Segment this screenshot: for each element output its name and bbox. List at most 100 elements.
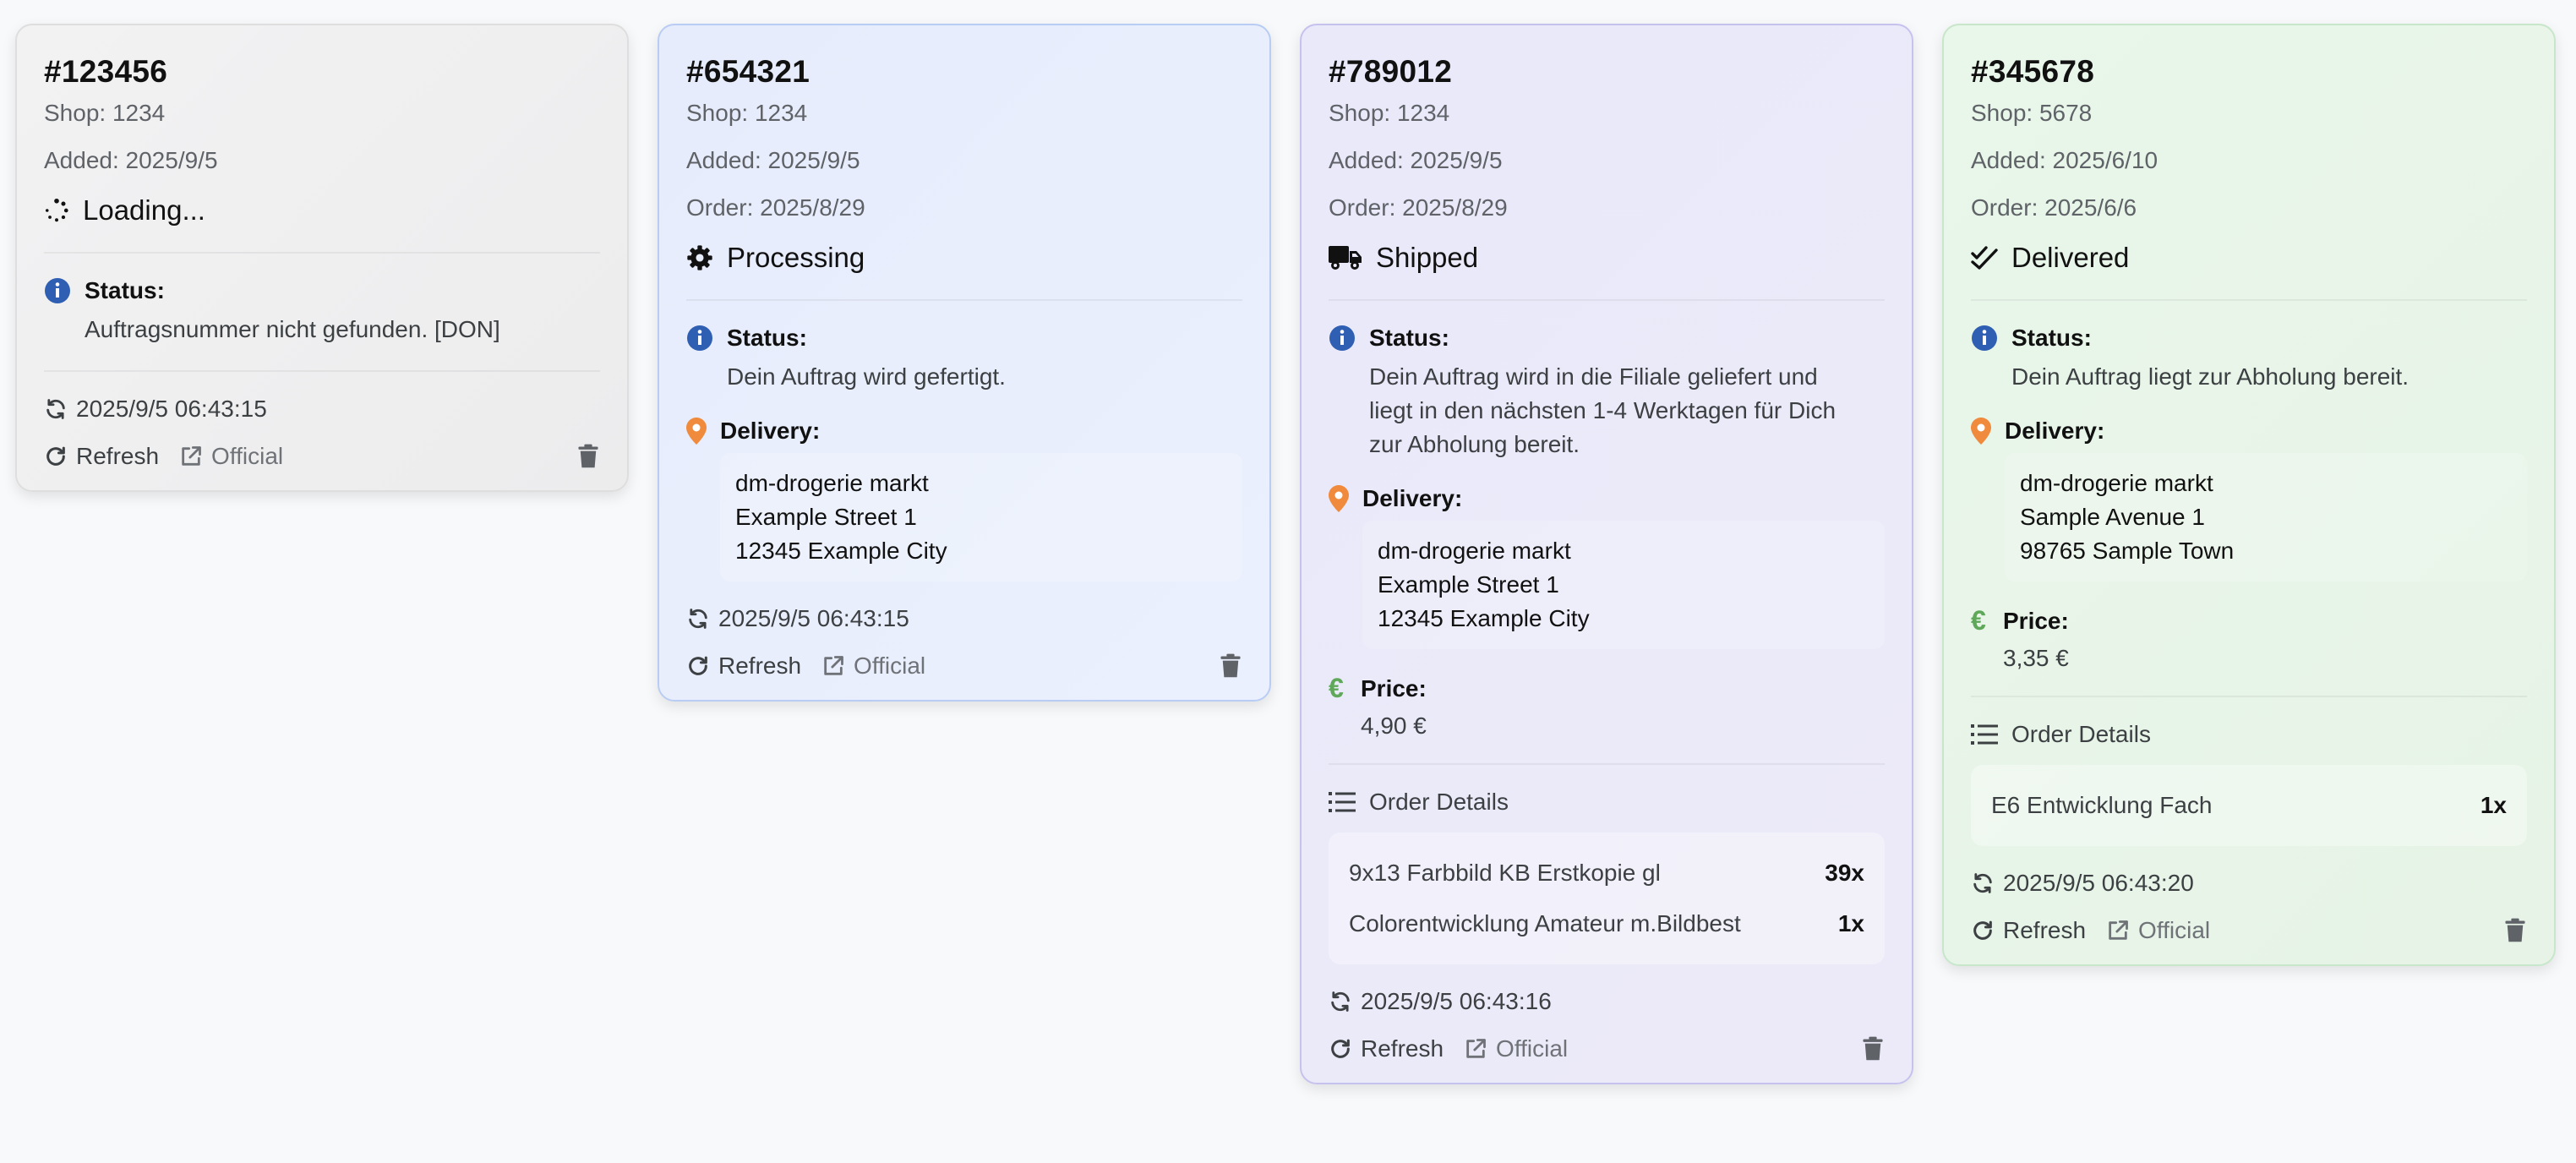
status-text: Dein Auftrag wird gefertigt. xyxy=(727,363,1006,390)
order-card: #123456 Shop: 1234 Added: 2025/9/5 Loadi… xyxy=(15,24,629,492)
trash-icon[interactable] xyxy=(1219,653,1242,679)
delivery-label-row: Delivery: xyxy=(686,418,1242,445)
price-value: 4,90 € xyxy=(1361,713,1427,739)
status-label-row: Status: xyxy=(1971,325,2527,352)
official-label: Official xyxy=(854,652,926,679)
address-line: 12345 Example City xyxy=(1378,605,1590,631)
refresh-button[interactable]: Refresh xyxy=(44,443,159,470)
delivery-label: Delivery: xyxy=(1362,485,1463,511)
status-label: Status: xyxy=(727,325,807,351)
shop-id: Shop: 1234 xyxy=(44,100,166,126)
refresh-label: Refresh xyxy=(76,443,160,469)
sync-icon xyxy=(689,609,707,629)
delivery-label: Delivery: xyxy=(2005,418,2105,444)
card-actions: Refresh Official xyxy=(44,443,600,470)
address-line: 98765 Sample Town xyxy=(2020,538,2235,564)
added-date: Added: 2025/9/5 xyxy=(1329,147,1503,173)
item-name: Colorentwicklung Amateur m.Bildbest xyxy=(1349,910,1741,936)
added-date: Added: 2025/6/10 xyxy=(1971,147,2158,173)
order-card: #654321 Shop: 1234 Added: 2025/9/5 Order… xyxy=(658,24,1271,702)
status-text-line: liegt in den nächsten 1-4 Werktagen für … xyxy=(1369,397,1836,423)
order-details-label: Order Details xyxy=(2011,721,2151,747)
delivery-label-row: Delivery: xyxy=(1329,485,1885,512)
price-label-row: € Price: xyxy=(1971,605,2527,636)
delivery-label-row: Delivery: xyxy=(1971,418,2527,445)
last-updated: 2025/9/5 06:43:15 xyxy=(686,605,1242,632)
refresh-button[interactable]: Refresh xyxy=(1329,1035,1444,1062)
sync-icon xyxy=(1331,991,1350,1012)
item-qty: 1x xyxy=(2480,792,2507,818)
last-updated: 2025/9/5 06:43:16 xyxy=(1329,988,1885,1015)
updated-timestamp: 2025/9/5 06:43:16 xyxy=(1361,988,1552,1014)
refresh-button[interactable]: Refresh xyxy=(686,652,801,680)
external-link-icon xyxy=(824,656,843,675)
order-state: Delivered xyxy=(1971,242,2527,274)
updated-timestamp: 2025/9/5 06:43:20 xyxy=(2003,870,2194,896)
info-icon xyxy=(687,325,712,351)
gear-icon xyxy=(687,245,712,270)
order-state: Processing xyxy=(686,242,1242,274)
status-label: Status: xyxy=(2011,325,2092,351)
external-link-icon xyxy=(182,446,201,466)
sync-icon xyxy=(1973,873,1992,893)
info-icon xyxy=(1972,325,1997,351)
state-label: Shipped xyxy=(1376,242,1479,273)
delivery-address: dm-drogerie markt Example Street 1 12345… xyxy=(1362,521,1885,649)
divider xyxy=(1329,763,1885,765)
price-label-row: € Price: xyxy=(1329,673,1885,704)
info-icon xyxy=(45,278,70,303)
official-label: Official xyxy=(211,443,284,469)
truck-icon xyxy=(1329,246,1362,270)
added-date: Added: 2025/9/5 xyxy=(44,147,218,173)
double-check-icon xyxy=(1971,246,1998,270)
card-actions: Refresh Official xyxy=(1971,917,2527,944)
refresh-icon xyxy=(689,656,707,675)
order-number: #789012 xyxy=(1329,54,1453,89)
refresh-button[interactable]: Refresh xyxy=(1971,917,2086,944)
refresh-icon xyxy=(1973,920,1992,940)
state-label: Loading... xyxy=(83,194,205,226)
official-link[interactable]: Official xyxy=(179,443,283,470)
card-actions: Refresh Official xyxy=(1329,1035,1885,1062)
delivery-address: dm-drogerie markt Sample Avenue 1 98765 … xyxy=(2005,453,2527,582)
address-line: Sample Avenue 1 xyxy=(2020,504,2205,530)
price-label: Price: xyxy=(1361,674,1427,702)
order-state: Shipped xyxy=(1329,242,1885,274)
address-line: dm-drogerie markt xyxy=(735,470,929,496)
trash-icon[interactable] xyxy=(576,444,600,469)
map-pin-icon xyxy=(686,418,707,445)
divider xyxy=(1971,696,2527,697)
divider xyxy=(686,299,1242,301)
last-updated: 2025/9/5 06:43:15 xyxy=(44,396,600,423)
order-state: Loading... xyxy=(44,194,600,227)
euro-icon: € xyxy=(1329,673,1344,703)
added-date: Added: 2025/9/5 xyxy=(686,147,860,173)
status-text-line: Dein Auftrag wird in die Filiale geliefe… xyxy=(1369,363,1818,390)
order-items: E6 Entwicklung Fach 1x xyxy=(1971,765,2527,846)
official-link[interactable]: Official xyxy=(1464,1035,1568,1062)
info-icon xyxy=(1329,325,1355,351)
order-number: #654321 xyxy=(686,54,810,89)
item-qty: 1x xyxy=(1837,910,1864,936)
refresh-label: Refresh xyxy=(2003,917,2087,943)
order-card: #789012 Shop: 1234 Added: 2025/9/5 Order… xyxy=(1300,24,1913,1084)
divider xyxy=(44,252,600,254)
price-value: 3,35 € xyxy=(2003,645,2069,671)
delivery-label: Delivery: xyxy=(720,418,821,444)
trash-icon[interactable] xyxy=(2503,918,2527,943)
price-label: Price: xyxy=(2003,607,2069,634)
official-link[interactable]: Official xyxy=(2106,917,2210,944)
order-details-header: Order Details xyxy=(1329,789,1885,816)
sync-icon xyxy=(46,399,65,419)
state-label: Delivered xyxy=(2011,242,2130,273)
official-link[interactable]: Official xyxy=(821,652,925,680)
order-item: E6 Entwicklung Fach 1x xyxy=(1991,780,2507,831)
refresh-icon xyxy=(1331,1039,1350,1058)
trash-icon[interactable] xyxy=(1861,1036,1885,1062)
list-icon xyxy=(1971,724,1998,745)
address-line: dm-drogerie markt xyxy=(1378,538,1571,564)
official-label: Official xyxy=(1496,1035,1569,1062)
status-label-row: Status: xyxy=(686,325,1242,352)
refresh-label: Refresh xyxy=(718,652,802,679)
address-line: 12345 Example City xyxy=(735,538,947,564)
